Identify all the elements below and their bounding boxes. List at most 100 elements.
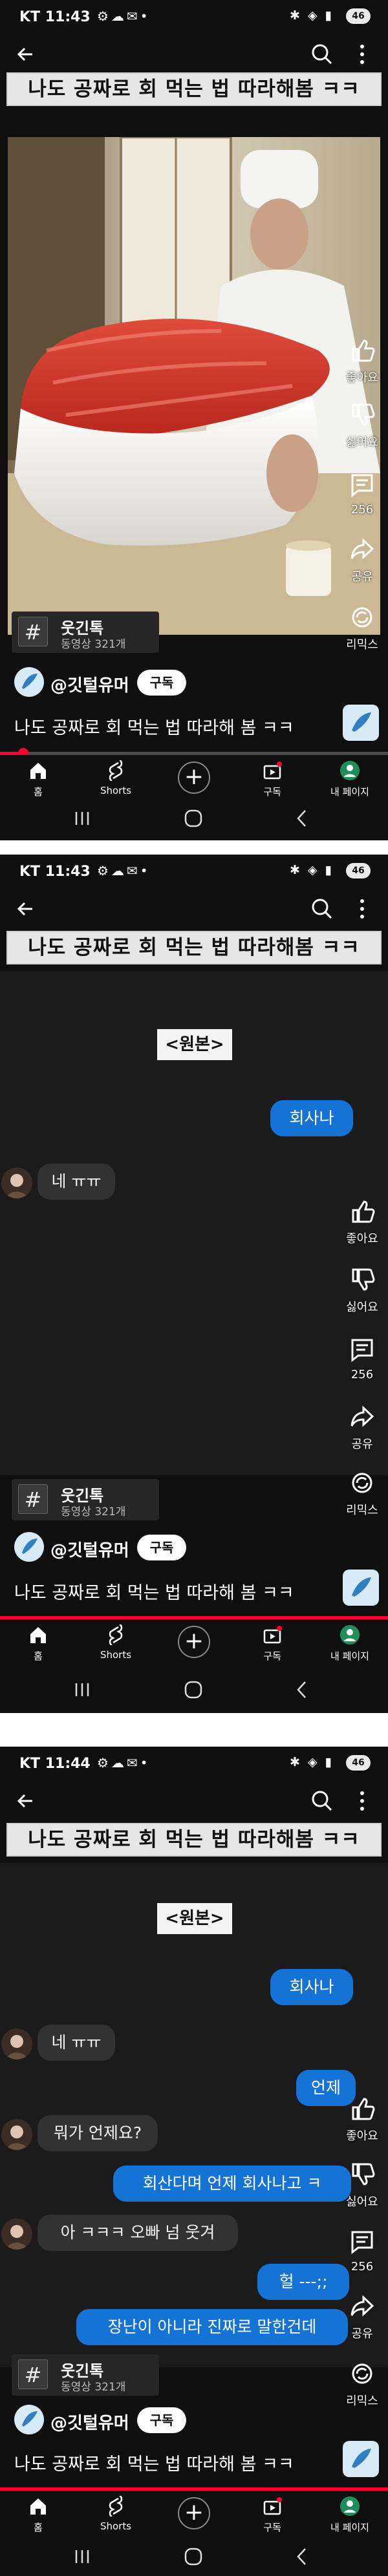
remix-button[interactable]: 리믹스 <box>336 1470 388 1518</box>
create-button[interactable]: + <box>178 2497 210 2529</box>
search-icon[interactable] <box>309 1788 335 1814</box>
notification-icons: ⚙☁✉• <box>97 1755 151 1771</box>
share-button[interactable]: 공유 <box>336 1404 388 1452</box>
dislike-button[interactable]: 싫어요 <box>336 1267 388 1315</box>
nav-shorts[interactable]: Shorts <box>80 1624 151 1661</box>
recent-apps-icon[interactable] <box>72 809 92 827</box>
subscribe-button[interactable]: 구독 <box>137 2407 186 2433</box>
hashtag-icon: # <box>18 1484 48 1514</box>
comments-button[interactable]: 256 <box>336 2229 388 2273</box>
home-button-icon[interactable] <box>182 808 204 829</box>
channel-avatar[interactable] <box>14 1532 44 1562</box>
share-button[interactable]: 공유 <box>336 2294 388 2341</box>
thumbs-down-icon <box>352 2163 375 2186</box>
thumbs-up-icon <box>352 339 375 362</box>
shorts-icon <box>109 1624 123 1645</box>
feather-thumbnail[interactable] <box>343 2441 379 2477</box>
create-button[interactable]: + <box>178 1626 210 1658</box>
nav-my-page[interactable]: 내 페이지 <box>314 760 385 798</box>
hashtag-channel-chip[interactable]: # 웃긴톡 동영상 321개 <box>12 2354 159 2396</box>
home-button-icon[interactable] <box>182 2546 204 2567</box>
system-nav <box>0 1666 388 1713</box>
home-button-icon[interactable] <box>182 1679 204 1700</box>
home-icon <box>30 763 46 779</box>
caption-row: 나도 공짜로 회 먹는 법 따라해 봄 ㅋㅋ <box>0 1567 388 1610</box>
like-button[interactable]: 좋아요 <box>336 1198 388 1246</box>
video-caption[interactable]: 나도 공짜로 회 먹는 법 따라해 봄 ㅋㅋ <box>14 714 294 739</box>
thumbs-up-icon <box>352 2098 375 2120</box>
channel-avatar[interactable] <box>14 667 44 697</box>
subscribe-button[interactable]: 구독 <box>137 670 186 696</box>
remix-icon <box>352 1473 372 1493</box>
sender-avatar <box>1 1167 32 1198</box>
status-bar: KT 11:43 ⚙☁✉• ✱ ◈ ▮ 46 <box>0 0 388 34</box>
author-row: @깃털유머 구독 <box>0 1528 388 1566</box>
like-button[interactable]: 좋아요 <box>336 337 388 385</box>
nav-home[interactable]: 홈 <box>3 2496 74 2534</box>
profile-avatar-icon <box>340 1625 360 1645</box>
origin-label: <원본> <box>157 1029 232 1060</box>
back-arrow-icon[interactable] <box>13 1788 39 1814</box>
nav-my-page[interactable]: 내 페이지 <box>314 2496 385 2534</box>
subscriptions-icon <box>263 761 282 780</box>
top-bar <box>0 1780 388 1822</box>
dislike-button[interactable]: 싫어요 <box>336 2162 388 2209</box>
share-button[interactable]: 공유 <box>336 537 388 584</box>
search-icon[interactable] <box>309 896 335 922</box>
nav-subscriptions[interactable]: 구독 <box>237 760 308 798</box>
comments-button[interactable]: 256 <box>336 1337 388 1381</box>
comment-icon <box>351 1339 373 1363</box>
back-button-icon[interactable] <box>292 808 312 829</box>
dislike-button[interactable]: 싫어요 <box>336 402 388 450</box>
nav-subscriptions[interactable]: 구독 <box>237 2496 308 2534</box>
status-time: KT 11:43 <box>19 864 91 880</box>
thumbs-down-icon <box>352 403 375 426</box>
like-button[interactable]: 좋아요 <box>336 2096 388 2144</box>
recent-apps-icon[interactable] <box>72 2548 92 2566</box>
battery-indicator: 46 <box>346 8 371 24</box>
recent-apps-icon[interactable] <box>72 1681 92 1699</box>
more-vert-icon[interactable] <box>352 41 372 67</box>
notification-icons: ⚙☁✉• <box>97 863 151 878</box>
thumbs-down-icon <box>352 1268 375 1291</box>
back-arrow-icon[interactable] <box>13 41 39 67</box>
shorts-icon <box>109 760 123 781</box>
nav-home[interactable]: 홈 <box>3 1624 74 1663</box>
back-button-icon[interactable] <box>292 1679 312 1700</box>
sushi-photo <box>8 137 380 635</box>
more-vert-icon[interactable] <box>352 896 372 922</box>
video-caption[interactable]: 나도 공짜로 회 먹는 법 따라해 봄 ㅋㅋ <box>14 2450 294 2475</box>
hashtag-channel-chip[interactable]: # 웃긴톡 동영상 321개 <box>12 612 159 653</box>
video-caption[interactable]: 나도 공짜로 회 먹는 법 따라해 봄 ㅋㅋ <box>14 1579 294 1604</box>
subscribe-button[interactable]: 구독 <box>137 1535 186 1560</box>
screenshot-2: KT 11:43 ⚙☁✉• ✱ ◈ ▮ 46 나도 공짜로 회 먹는 법 따라해… <box>0 855 388 1713</box>
remix-button[interactable]: 리믹스 <box>336 604 388 652</box>
origin-label: <원본> <box>157 1903 232 1934</box>
feather-thumbnail[interactable] <box>343 705 379 741</box>
back-arrow-icon[interactable] <box>13 896 39 922</box>
bottom-nav: 홈 Shorts + 구독 내 페이지 <box>0 1619 388 1671</box>
search-icon[interactable] <box>309 41 335 67</box>
subscriptions-icon <box>263 2497 282 2515</box>
more-vert-icon[interactable] <box>352 1788 372 1814</box>
screenshot-3: KT 11:44 ⚙☁✉• ✱ ◈ ▮ 46 나도 공짜로 회 먹는 법 따라해… <box>0 1747 388 2576</box>
comments-button[interactable]: 256 <box>336 472 388 516</box>
nav-home[interactable]: 홈 <box>3 760 74 798</box>
back-button-icon[interactable] <box>292 2546 312 2567</box>
channel-avatar[interactable] <box>14 2405 44 2434</box>
video-title-overlay: 나도 공짜로 회 먹는 법 따라해봄 ㅋㅋ <box>6 931 382 964</box>
feather-thumbnail[interactable] <box>343 1570 379 1606</box>
create-button[interactable]: + <box>178 761 210 794</box>
home-icon <box>30 1627 46 1643</box>
nav-subscriptions[interactable]: 구독 <box>237 1624 308 1663</box>
comment-icon <box>351 474 373 498</box>
profile-avatar-icon <box>340 761 360 780</box>
status-time: KT 11:44 <box>19 1756 91 1772</box>
system-nav <box>0 2537 388 2576</box>
nav-shorts[interactable]: Shorts <box>80 760 151 796</box>
hashtag-channel-chip[interactable]: # 웃긴톡 동영상 321개 <box>12 1479 159 1520</box>
nav-shorts[interactable]: Shorts <box>80 2496 151 2532</box>
nav-my-page[interactable]: 내 페이지 <box>314 1624 385 1663</box>
status-time: KT 11:43 <box>19 9 91 25</box>
remix-icon <box>352 607 372 628</box>
